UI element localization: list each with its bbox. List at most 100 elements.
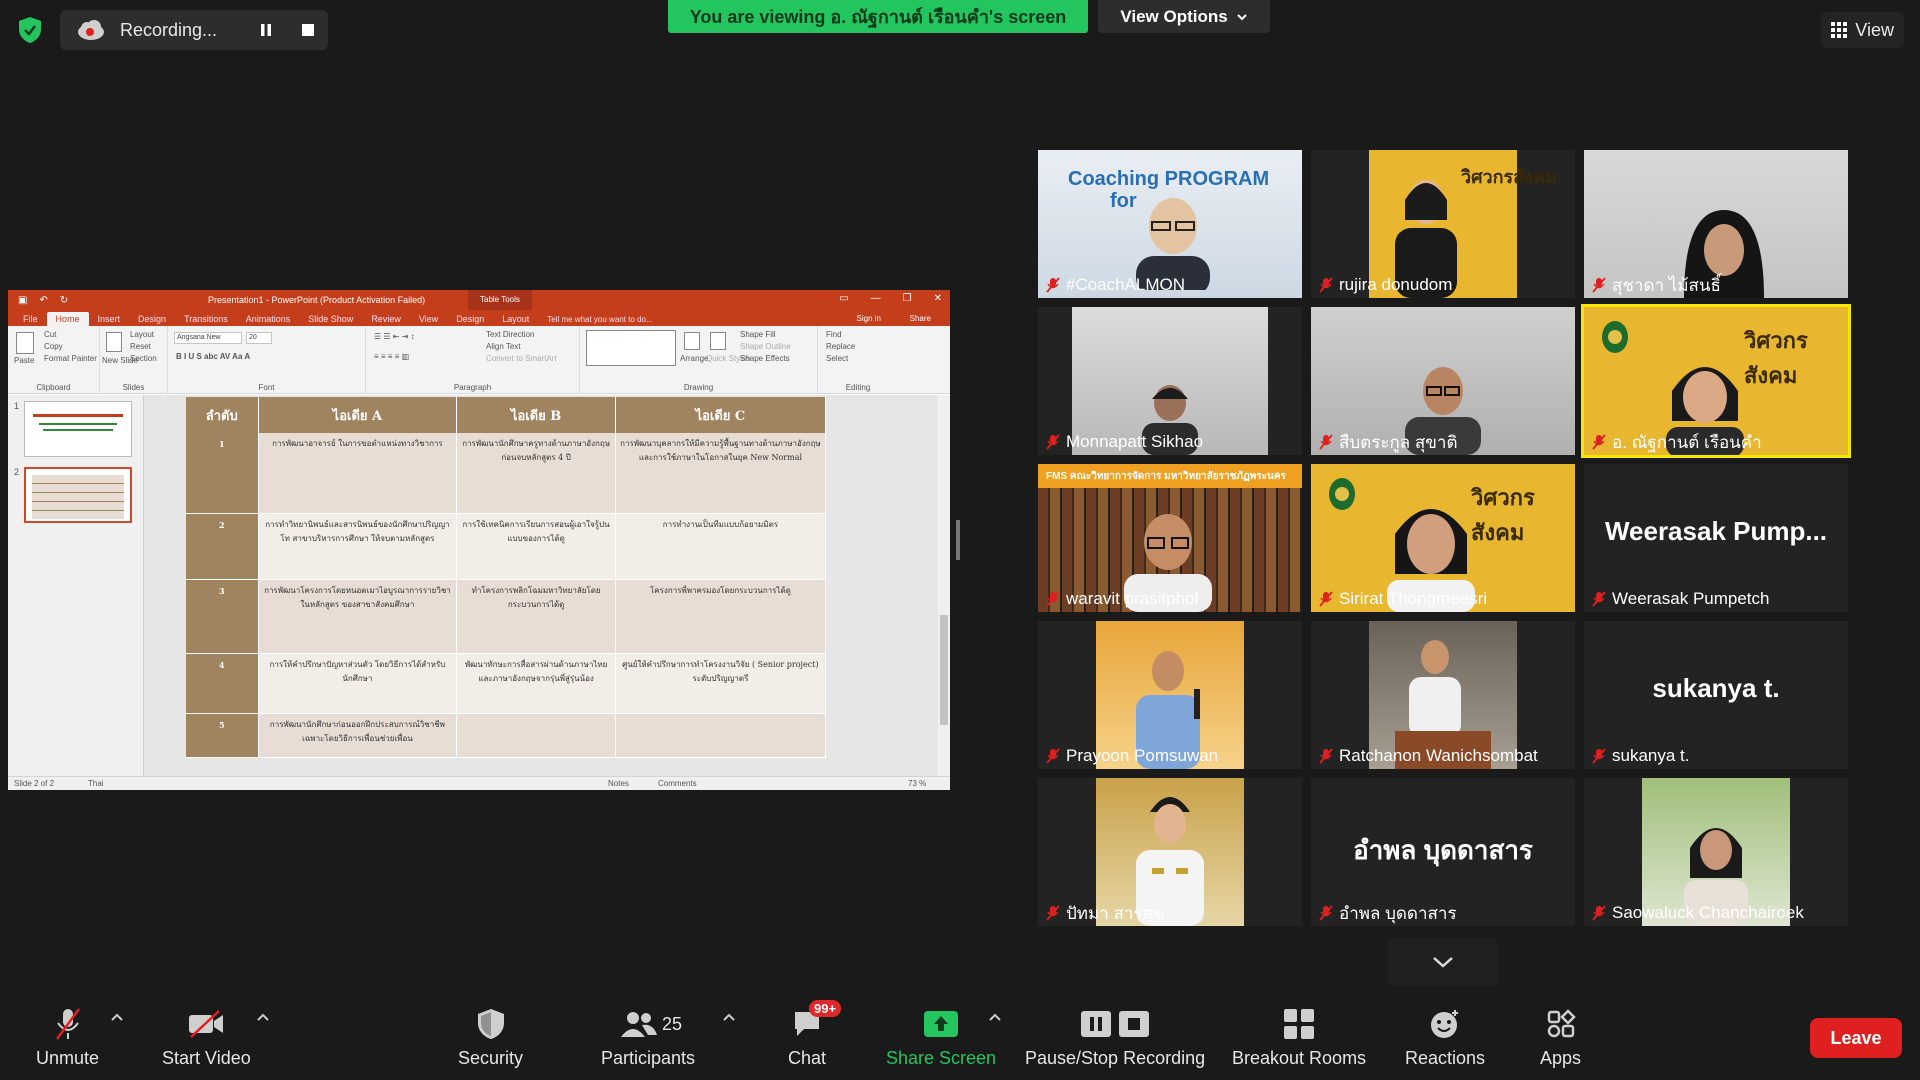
share-button[interactable]: Share (901, 312, 940, 325)
bold-icon[interactable]: B I U S abc AV Aa A (176, 352, 250, 361)
table-cell[interactable] (615, 713, 827, 758)
table-cell[interactable]: การพัฒนาอาจารย์ ในการขอตำแหน่งทางวิชาการ (258, 433, 458, 514)
font-size-select[interactable]: 20 (246, 332, 272, 344)
comments-button[interactable]: Comments (658, 779, 697, 788)
copy-button[interactable]: Copy (44, 342, 63, 351)
notes-button[interactable]: Notes (608, 779, 629, 788)
participant-tile[interactable]: Ratchanon Wanichsombat (1311, 621, 1575, 769)
tab-design[interactable]: Design (129, 312, 175, 326)
start-video-button[interactable]: Start Video (162, 1006, 251, 1069)
shared-screen[interactable]: ▣ ↶ ↻ Presentation1 - PowerPoint (Produc… (8, 290, 950, 790)
participant-tile[interactable]: sukanya t. sukanya t. (1584, 621, 1848, 769)
tab-file[interactable]: File (14, 312, 47, 326)
zoom-level[interactable]: 73 % (908, 779, 926, 788)
tab-transitions[interactable]: Transitions (175, 312, 237, 326)
undo-icon[interactable]: ↶ (39, 295, 47, 306)
stop-recording-icon[interactable] (300, 22, 316, 38)
text-direction-button[interactable]: Text Direction (486, 330, 534, 339)
security-button[interactable]: Security (458, 1006, 523, 1069)
find-button[interactable]: Find (826, 330, 842, 339)
sign-in-link[interactable]: Sign in (848, 312, 890, 325)
view-layout-button[interactable]: View (1821, 12, 1904, 48)
ideas-table[interactable]: ลำดับ ไอเดีย A ไอเดีย B ไอเดีย C 1 การพั… (186, 397, 827, 758)
participant-tile[interactable]: Weerasak Pump... Weerasak Pumpetch (1584, 464, 1848, 612)
slide-thumbnail-1[interactable] (24, 401, 132, 457)
view-options-button[interactable]: View Options (1098, 0, 1270, 33)
table-cell[interactable]: ทำโครงการพลิกโฉมมหาวิทยาลัยโดยกระบวนการไ… (456, 579, 616, 654)
arrange-button[interactable]: Arrange (680, 354, 708, 363)
share-screen-button[interactable]: Share Screen (886, 1006, 996, 1069)
paste-label[interactable]: Paste (14, 356, 34, 365)
breakout-rooms-button[interactable]: Breakout Rooms (1232, 1006, 1366, 1069)
tab-insert[interactable]: Insert (89, 312, 130, 326)
active-speaker-tile[interactable]: วิศวกรสังคม อ. ณัฐกานต์ เรือนคำ (1581, 304, 1851, 458)
shape-outline-button[interactable]: Shape Outline (740, 342, 791, 351)
apps-button[interactable]: Apps (1540, 1006, 1581, 1069)
participant-tile[interactable]: วิศวกรสังคม rujira donudom (1311, 150, 1575, 298)
reset-button[interactable]: Reset (130, 342, 151, 351)
cut-button[interactable]: Cut (44, 330, 56, 339)
participant-tile[interactable]: Saowaluck Chanchairoek (1584, 778, 1848, 926)
table-cell[interactable]: การพัฒนาบุคลากรให้มีความรู้พื้นฐานทางด้า… (615, 433, 827, 514)
table-cell[interactable]: การทำวิทยานิพนธ์และสารนิพนธ์ของนักศึกษาป… (258, 513, 458, 580)
tab-table-design[interactable]: Design (447, 312, 493, 326)
participant-tile[interactable]: Prayoon Pomsuwan (1038, 621, 1302, 769)
table-cell[interactable]: การพัฒนานักศึกษาครูทางด้านภาษาอังกฤษก่อน… (456, 433, 616, 514)
restore-icon[interactable]: ❐ (903, 293, 912, 304)
participant-tile[interactable]: FMS คณะวิทยาการจัดการ มหาวิทยาลัยราชภัฏพ… (1038, 464, 1302, 612)
replace-button[interactable]: Replace (826, 342, 855, 351)
current-slide[interactable]: ลำดับ ไอเดีย A ไอเดีย B ไอเดีย C 1 การพั… (186, 397, 827, 758)
bullets-icon[interactable]: ☰ ☰ ⇤ ⇥ ↕ (374, 332, 415, 341)
participant-tile[interactable]: สืบตระกูล สุขาติ (1311, 307, 1575, 455)
tab-review[interactable]: Review (362, 312, 410, 326)
participant-tile[interactable]: อำพล บุดดาสาร อำพล บุดดาสาร (1311, 778, 1575, 926)
tab-table-layout[interactable]: Layout (493, 312, 538, 326)
vertical-scrollbar[interactable] (938, 395, 950, 776)
shapes-gallery[interactable] (586, 330, 676, 366)
table-cell[interactable]: การให้คำปรึกษาปัญหาส่วนตัว โดยวิธีการได้… (258, 653, 458, 714)
quick-styles-icon[interactable] (710, 332, 726, 350)
table-cell[interactable]: การพัฒนานักศึกษาก่อนออกฝึกประสบการณ์วิชา… (258, 713, 458, 758)
participant-tile[interactable]: วิศวกรสังคม Sirirat Thongmeesri (1311, 464, 1575, 612)
table-cell[interactable]: การพัฒนาโครงการโดยหนอตเมาไอบูรณาการรายวิ… (258, 579, 458, 654)
ribbon-options-icon[interactable]: ▭ (839, 293, 848, 304)
shape-effects-button[interactable]: Shape Effects (740, 354, 790, 363)
minimize-icon[interactable]: — (871, 293, 881, 304)
next-page-button[interactable] (1388, 938, 1498, 986)
tab-view[interactable]: View (410, 312, 447, 326)
share-options-caret-icon[interactable] (988, 1012, 1002, 1022)
table-cell[interactable]: พัฒนาทักษะการสื่อสารผ่านด้านภาษาไทยและภา… (456, 653, 616, 714)
participant-tile[interactable]: Monnapatt Sikhao (1038, 307, 1302, 455)
save-icon[interactable]: ▣ (18, 295, 27, 306)
tab-animations[interactable]: Animations (237, 312, 300, 326)
participants-button[interactable]: 25 Participants (601, 1006, 695, 1069)
table-cell[interactable]: การใช้เทคนิคการเรียนการสอนผู้เอาใจรู้ปนแ… (456, 513, 616, 580)
close-icon[interactable]: ✕ (934, 293, 942, 304)
layout-button[interactable]: Layout (130, 330, 154, 339)
section-button[interactable]: Section (130, 354, 157, 363)
convert-smartart-button[interactable]: Convert to SmartArt (486, 354, 557, 363)
scrollbar-thumb[interactable] (940, 615, 948, 725)
shape-fill-button[interactable]: Shape Fill (740, 330, 776, 339)
participant-tile[interactable]: สุชาดา ไม้สนธิ์ (1584, 150, 1848, 298)
tab-home[interactable]: Home (46, 312, 89, 326)
language-status[interactable]: Thai (88, 779, 104, 788)
participant-tile[interactable]: Coaching PROGRAM for #CoachALMON (1038, 150, 1302, 298)
select-button[interactable]: Select (826, 354, 848, 363)
video-options-caret-icon[interactable] (256, 1012, 270, 1022)
redo-icon[interactable]: ↻ (60, 295, 68, 306)
reactions-button[interactable]: Reactions (1405, 1006, 1485, 1069)
pause-recording-icon[interactable] (258, 22, 274, 38)
table-cell[interactable]: การทำงานเป็นทีมแบบก้อยามมิตร (615, 513, 827, 580)
participants-options-caret-icon[interactable] (722, 1012, 736, 1022)
participant-tile[interactable]: ปัทมา สารสุข (1038, 778, 1302, 926)
pause-stop-recording-button[interactable]: Pause/Stop Recording (1025, 1006, 1205, 1069)
leave-button[interactable]: Leave (1810, 1018, 1902, 1058)
table-cell[interactable] (456, 713, 616, 758)
arrange-icon[interactable] (684, 332, 700, 350)
paste-icon[interactable] (16, 332, 34, 354)
unmute-button[interactable]: Unmute (36, 1006, 99, 1069)
tab-slide-show[interactable]: Slide Show (299, 312, 362, 326)
table-cell[interactable]: โครงการพี่พาครมองโดยกระบวนการได้ดู (615, 579, 827, 654)
align-text-button[interactable]: Align Text (486, 342, 521, 351)
